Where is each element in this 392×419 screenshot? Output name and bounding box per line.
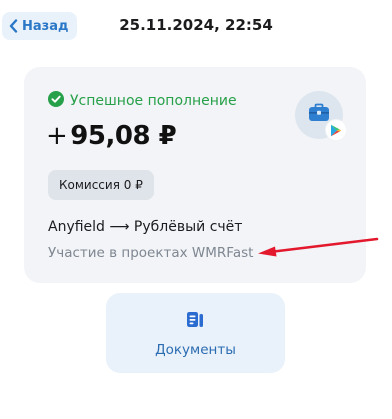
transaction-datetime: 25.11.2024, 22:54 (119, 16, 273, 34)
transfer-route: Anyfield ⟶ Рублёвый счёт (48, 219, 243, 235)
commission-chip: Комиссия 0 ₽ (48, 170, 154, 200)
amount: +95,08 ₽ (46, 121, 177, 151)
documents-button[interactable]: Документы (106, 293, 285, 373)
check-circle-icon (48, 91, 64, 111)
documents-button-label: Документы (155, 342, 236, 358)
status-row: Успешное пополнение (48, 91, 237, 111)
top-bar: Назад 25.11.2024, 22:54 (0, 0, 392, 52)
briefcase-icon (308, 103, 330, 127)
transaction-purpose: Участие в проектах WMRFast (48, 245, 254, 261)
documents-icon (186, 311, 204, 333)
play-store-badge-icon (326, 120, 346, 140)
amount-sign: + (46, 121, 68, 151)
status-text: Успешное пополнение (70, 93, 237, 109)
amount-value: 95,08 ₽ (70, 121, 177, 151)
red-arrow-icon (256, 236, 380, 262)
